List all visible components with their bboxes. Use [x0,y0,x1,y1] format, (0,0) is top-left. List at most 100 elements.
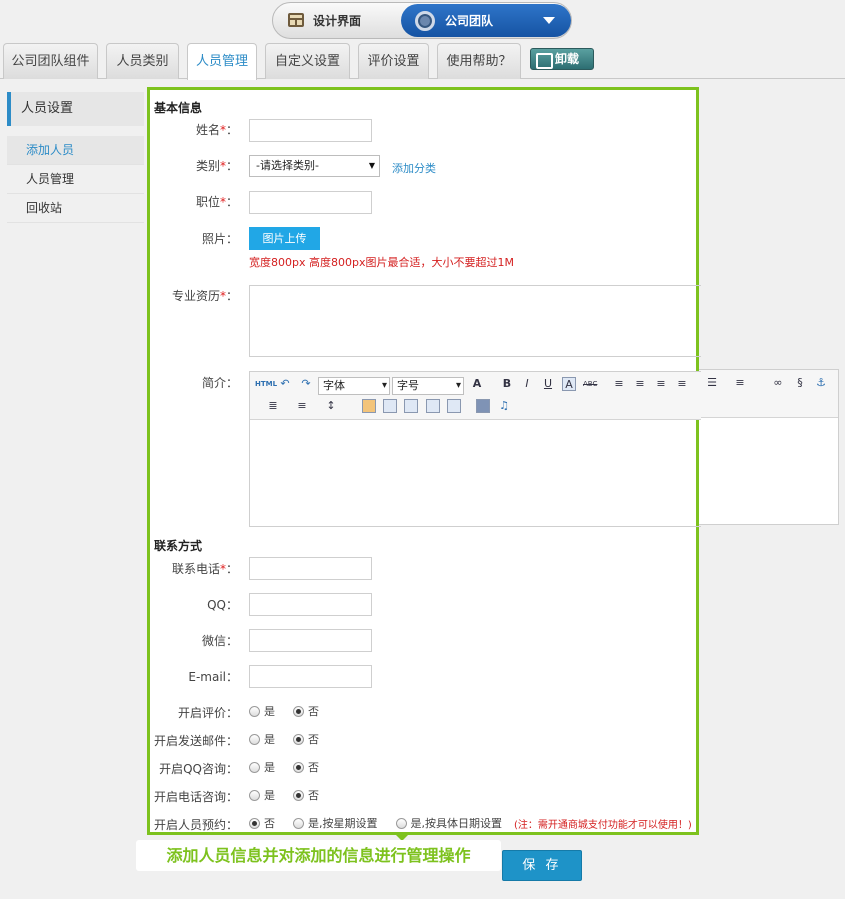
staff-form-panel: 基本信息 姓名*： 类别*： -请选择类别- 添加分类 职位*： 照片： 图片上… [147,87,701,835]
editor-toolbar: HTML ↶ ↷ 字体 字号 A B I U A ABC ≡ ≡ ≡ ≡ ≣ ≡… [250,372,701,420]
align-center-icon[interactable]: ≡ [633,377,647,391]
upload-image-button[interactable]: 图片上传 [249,227,320,250]
design-view-button[interactable]: 设计界面 [287,11,361,29]
sidebar-item-recycle-bin[interactable]: 回收站 [7,194,144,223]
team-dropdown[interactable]: 公司团队 [401,4,571,37]
qualification-label: 专业资历*： [171,289,238,303]
team-dropdown-label: 公司团队 [445,14,494,28]
phone-consult-label: 开启电话咨询： [153,790,238,804]
section-contact: 联系方式 [154,539,203,553]
html-source-button[interactable]: HTML [255,380,277,388]
view-switcher: 设计界面 公司团队 [272,2,572,39]
music-icon[interactable]: ♫ [497,399,511,413]
booking-note: (注：需开通商城支付功能才可以使用！) [514,819,692,831]
uninstall-button[interactable]: 卸载 [530,48,594,70]
design-view-label: 设计界面 [313,13,362,28]
mail-label: 开启发送邮件： [153,734,238,748]
photo-size-hint: 宽度800px 高度800px图片最合适，大小不要超过1M [249,256,514,269]
mail-yes-radio[interactable] [249,733,260,745]
float-left-icon[interactable] [383,399,397,413]
photo-label: 照片： [201,232,238,246]
booking-radio-group: 否 是,按星期设置 是,按具体日期设置 (注：需开通商城支付功能才可以使用！) [249,815,692,831]
caret-down-icon [543,17,555,24]
bold-icon[interactable]: B [500,377,514,391]
phone-input[interactable] [249,557,372,580]
line-height-icon[interactable]: ↕ [324,399,338,413]
save-button[interactable]: 保 存 [502,850,582,881]
redo-icon[interactable]: ↷ [299,377,313,391]
qq-consult-radio-group: 是 否 [249,759,319,775]
image-icon[interactable] [362,399,376,413]
qq-input[interactable] [249,593,372,616]
tab-staff-category[interactable]: 人员类别 [106,43,179,79]
sidebar-heading: 人员设置 [7,92,144,126]
add-category-link[interactable]: 添加分类 [392,160,436,176]
intro-label: 简介： [201,376,238,390]
video-icon[interactable] [476,399,490,413]
qq-consult-no-radio[interactable] [293,761,304,773]
sidebar-item-manage-staff[interactable]: 人员管理 [7,165,144,194]
editor-overflow: ☰ ≡ ∞ § ⚓ [699,369,839,525]
tab-bar: 公司团队组件 人员类别 人员管理 自定义设置 评价设置 使用帮助？ 卸载 [0,43,845,80]
mail-no-radio[interactable] [293,733,304,745]
name-input[interactable] [249,119,372,142]
booking-week-radio[interactable] [293,817,304,829]
float-none-icon[interactable] [426,399,440,413]
strikethrough-icon[interactable]: ABC [583,377,597,391]
category-select[interactable]: -请选择类别- [249,155,380,177]
paragraph-icon[interactable]: ≡ [295,399,309,413]
sidebar: 人员设置 添加人员 人员管理 回收站 [7,92,144,223]
phone-label: 联系电话*： [171,562,238,576]
unlink-icon[interactable]: § [793,376,807,390]
link-icon[interactable]: ∞ [771,376,785,390]
underline-icon[interactable]: U [541,377,555,391]
booking-date-radio[interactable] [395,817,407,829]
unordered-list-icon[interactable]: ≡ [733,376,747,390]
italic-icon[interactable]: I [520,377,534,391]
category-label: 类别*： [195,159,238,173]
position-label: 职位*： [195,195,238,209]
float-right-icon[interactable] [404,399,418,413]
qq-consult-yes-radio[interactable] [249,761,260,773]
tab-review-settings[interactable]: 评价设置 [358,43,429,79]
align-justify-icon[interactable]: ≡ [675,377,689,391]
font-family-select[interactable]: 字体 [318,377,390,395]
align-left-icon[interactable]: ≡ [612,377,626,391]
align-right-icon[interactable]: ≡ [654,377,668,391]
anchor-icon[interactable]: ⚓ [814,376,828,390]
email-label: E-mail： [188,670,238,684]
sidebar-item-add-staff[interactable]: 添加人员 [7,136,144,165]
email-input[interactable] [249,665,372,688]
intro-rich-editor[interactable]: HTML ↶ ↷ 字体 字号 A B I U A ABC ≡ ≡ ≡ ≡ ≣ ≡… [249,371,701,527]
review-no-radio[interactable] [293,705,304,717]
review-yes-radio[interactable] [249,705,260,717]
booking-label: 开启人员预约： [153,818,238,832]
position-input[interactable] [249,191,372,214]
qq-consult-label: 开启QQ咨询： [159,762,238,776]
highlight-icon[interactable]: A [562,377,576,391]
phone-consult-yes-radio[interactable] [249,789,260,801]
tab-staff-management[interactable]: 人员管理 [187,43,257,80]
indent-icon[interactable]: ≣ [266,399,280,413]
wechat-label: 微信： [201,634,238,648]
qq-label: QQ： [207,598,238,612]
phone-consult-no-radio[interactable] [293,789,304,801]
mail-radio-group: 是 否 [249,731,319,747]
design-icon [287,11,305,29]
font-color-icon[interactable]: A [470,377,484,391]
review-radio-group: 是 否 [249,703,319,719]
callout-annotation: 添加人员信息并对添加的信息进行管理操作 [136,840,501,871]
tab-help[interactable]: 使用帮助？ [437,43,521,79]
ordered-list-icon[interactable]: ☰ [705,376,719,390]
tab-team-component[interactable]: 公司团队组件 [3,43,98,79]
review-label: 开启评价： [177,706,238,720]
center-image-icon[interactable] [447,399,461,413]
tab-custom-settings[interactable]: 自定义设置 [265,43,350,79]
font-size-select[interactable]: 字号 [392,377,464,395]
phone-consult-radio-group: 是 否 [249,787,319,803]
wechat-input[interactable] [249,629,372,652]
name-label: 姓名*： [195,123,238,137]
qualification-textarea[interactable] [249,285,701,357]
booking-no-radio[interactable] [249,817,260,829]
undo-icon[interactable]: ↶ [278,377,292,391]
